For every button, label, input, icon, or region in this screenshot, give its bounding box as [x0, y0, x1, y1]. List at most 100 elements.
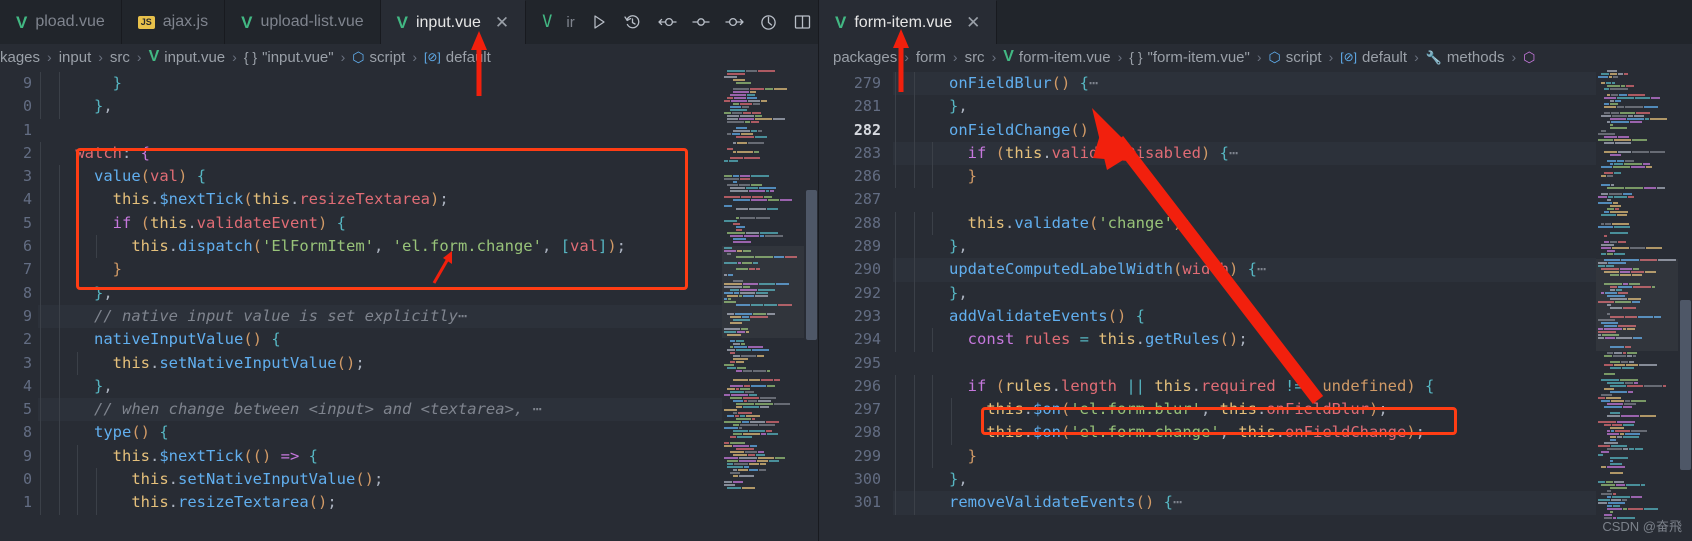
minimap-token [754, 151, 759, 153]
indent-guide [58, 304, 60, 329]
code-token: . [187, 213, 197, 232]
scrollbar-left[interactable] [804, 70, 818, 541]
minimap-right[interactable] [1596, 70, 1678, 541]
minimap-token [730, 157, 743, 159]
minimap-token [740, 103, 752, 105]
close-icon[interactable]: ✕ [966, 13, 980, 33]
code-token: } [112, 74, 122, 92]
breadcrumb-label: script [369, 48, 406, 66]
indent-guide [58, 281, 60, 305]
minimap-token [1634, 115, 1644, 117]
line-number: 1 [22, 120, 32, 139]
minimap-token [761, 100, 767, 102]
scrollbar-right[interactable] [1678, 70, 1692, 541]
breadcrumb-item[interactable]: 🔧 methods [1426, 49, 1505, 66]
minimap-token [1608, 502, 1625, 504]
breadcrumb-item[interactable]: [⊘] default [1340, 49, 1407, 66]
minimap-token [736, 136, 754, 138]
run-icon[interactable] [589, 12, 609, 32]
minimap-token [761, 433, 766, 435]
code-token: // when change between <input> and <text… [94, 400, 542, 419]
code-token: this [112, 446, 150, 465]
indent-guide [932, 165, 934, 189]
line-number-gutter-right[interactable]: 279› 281 282 283› 286 287 288 289 290› 292 293 294 2… [819, 70, 899, 541]
previous-change-icon[interactable] [657, 12, 677, 32]
breadcrumb-item[interactable]: packages [833, 49, 897, 66]
module-icon: [⊘] [1340, 50, 1358, 64]
history-icon[interactable] [623, 12, 643, 32]
indent-guide [913, 165, 915, 189]
minimap-token [770, 190, 774, 192]
breadcrumb-item[interactable]: { } "form-item.vue" [1129, 49, 1250, 66]
minimap-token [751, 121, 759, 123]
next-change-icon[interactable] [725, 12, 745, 32]
scrollbar-thumb[interactable] [806, 190, 817, 340]
breadcrumb-item[interactable]: { } "input.vue" [244, 49, 334, 66]
tab-upload-vue[interactable]: V pload.vue [0, 0, 122, 44]
code-token: , [103, 283, 113, 302]
minimap-token [733, 400, 743, 402]
line-number-gutter-left[interactable]: 9 0 1 2 3 4 5 6 7 8 9› 2 3 4 5› 8 9 0 1 [0, 70, 52, 541]
code-token: required [1201, 376, 1276, 395]
breadcrumb-separator: › [136, 49, 142, 65]
minimap-token [751, 385, 766, 387]
minimap-token [773, 118, 785, 120]
code-token: . [1004, 213, 1015, 232]
tab-upload-list-vue[interactable]: V upload-list.vue [225, 0, 381, 44]
breadcrumb-item[interactable]: ⬡ [1523, 50, 1535, 64]
minimap-token [732, 112, 742, 114]
minimap-token [1598, 502, 1607, 504]
line-number: 293 [853, 306, 881, 325]
minimap-token [1607, 415, 1620, 417]
indent-guide [895, 491, 896, 515]
breadcrumb-item[interactable]: input [59, 49, 92, 66]
minimap-token [1611, 184, 1614, 186]
breadcrumb-item[interactable]: ⬡ script [1269, 49, 1322, 66]
minimap-token [767, 385, 775, 387]
split-editor-icon[interactable] [793, 12, 813, 32]
indent-guide [40, 444, 41, 469]
tab-ajax-js[interactable]: JS ajax.js [121, 0, 226, 44]
minimap-viewport[interactable] [722, 246, 804, 339]
minimap-viewport[interactable] [1596, 259, 1678, 351]
code-area-right[interactable]: 279› 281 282 283› 286 287 288 289 290› 292 293 294 2… [819, 70, 1692, 541]
vue-icon: V [835, 13, 847, 32]
minimap-left[interactable] [722, 70, 804, 541]
minimap-token [748, 100, 760, 102]
breadcrumb-item[interactable]: ⬡ script [352, 49, 405, 66]
breadcrumb-item[interactable]: form [916, 49, 946, 66]
minimap-token [760, 232, 778, 234]
code-area-left[interactable]: 9 0 1 2 3 4 5 6 7 8 9› 2 3 4 5› 8 9 0 1 } }, watch: { valu… [0, 70, 818, 541]
tab-form-item-vue[interactable]: V form-item.vue ✕ [819, 0, 998, 44]
code-token: [ [560, 237, 570, 256]
indent-guide [913, 258, 915, 282]
code-text-left[interactable]: } }, watch: { value(val) { this.$nextTic… [38, 70, 818, 515]
code-token: . [1275, 423, 1285, 442]
breadcrumb-item[interactable]: src [965, 49, 985, 66]
breadcrumb-item[interactable]: src [110, 49, 130, 66]
current-change-icon[interactable] [691, 12, 711, 32]
breadcrumb-item[interactable]: Vinput.vue [149, 49, 226, 66]
cube-purple-icon: ⬡ [1523, 49, 1536, 65]
breadcrumb-item[interactable]: [⊘] default [424, 49, 491, 66]
minimap-token [1625, 106, 1643, 108]
minimap-token [749, 430, 765, 432]
breadcrumb-item[interactable]: Vform-item.vue [1003, 49, 1110, 66]
indent-guide [895, 468, 896, 492]
breadcrumb-item[interactable]: kages [0, 49, 40, 66]
indent-guide [913, 304, 915, 329]
code-token: ; [1415, 423, 1426, 442]
code-token: width [1182, 260, 1229, 279]
minimap-token [758, 400, 771, 402]
tab-input-vue[interactable]: V input.vue ✕ [380, 0, 527, 44]
scrollbar-thumb[interactable] [1680, 300, 1691, 470]
code-token: ( [986, 376, 1005, 395]
indent-guide [77, 235, 79, 259]
clock-icon[interactable] [759, 12, 779, 32]
code-text-right[interactable]: onFieldBlur() {⋯ }, onFieldChange() { if… [893, 70, 1692, 515]
minimap-token [727, 415, 734, 417]
close-icon[interactable]: ✕ [495, 13, 509, 33]
minimap-token [1622, 367, 1634, 369]
code-token: ; [439, 190, 449, 209]
